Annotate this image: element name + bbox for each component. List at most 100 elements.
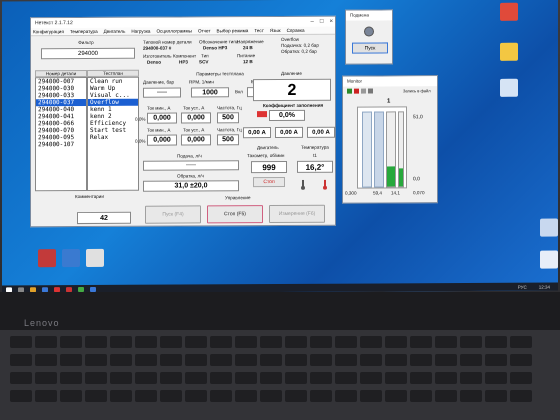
minimize-icon[interactable]: – (311, 17, 314, 27)
filter-input[interactable]: 294000 (41, 47, 135, 60)
start-button[interactable]: Пуск (F4) (145, 205, 201, 224)
keyboard-key (410, 354, 432, 366)
engine-stop-button[interactable]: Стоп (253, 176, 285, 188)
pause-icon[interactable] (361, 88, 366, 94)
menu-item[interactable]: Справка (287, 27, 305, 34)
pressure-param-value: ----- (143, 87, 181, 98)
gauge-bottom-2: 59,4 (373, 190, 382, 196)
comment-label: Комментарии (75, 193, 104, 200)
menu-item[interactable]: Тест (254, 27, 264, 34)
menu-item[interactable]: Конфигурация (33, 28, 64, 35)
keyboard-key (335, 336, 357, 348)
keyboard-key (110, 390, 132, 402)
keyboard-key (185, 390, 207, 402)
recycle-bin-icon[interactable] (532, 218, 558, 239)
measure-button[interactable]: Измерение (F6) (269, 204, 325, 224)
menu-item[interactable]: Осциллограммы (156, 27, 191, 34)
keyboard-key (385, 336, 407, 348)
small-start-button[interactable]: Пуск (352, 42, 388, 54)
taskbar-lang[interactable]: РУС (518, 284, 527, 289)
small-panel-title: Подмена (346, 10, 392, 21)
flow-label: Подача, л/ч (177, 153, 202, 159)
opera-icon[interactable] (66, 286, 72, 292)
type-number-label: Типовой номер детали (143, 39, 192, 45)
thermometer-icon (299, 177, 307, 190)
menu-item[interactable]: Температура (70, 28, 98, 35)
comment-value: 42 (77, 211, 131, 225)
frequency-label-2: Частота, Гц (217, 127, 242, 133)
keyboard-key (360, 354, 382, 366)
menu-item[interactable]: Двигатель (104, 28, 126, 35)
gauge-bar-2 (374, 111, 384, 188)
stop-icon[interactable] (354, 88, 359, 94)
keyboard-key (85, 372, 107, 384)
keyboard-key (285, 336, 307, 348)
keyboard-key (35, 336, 57, 348)
kind-label: Тип (201, 53, 209, 59)
gauge-bar-3 (386, 111, 396, 188)
keyboard-key (385, 372, 407, 384)
keyboard-key (235, 390, 257, 402)
part-list-item[interactable]: 294000-107 (36, 141, 86, 148)
keyboard-key (510, 336, 532, 348)
app-icon[interactable] (78, 286, 84, 292)
close-icon[interactable]: × (329, 17, 333, 27)
keyboard-key (335, 390, 357, 402)
maximize-icon[interactable]: □ (320, 17, 324, 27)
keyboard-key (135, 336, 157, 348)
params-title: Параметры тестплана (196, 71, 244, 77)
keyboard-key (60, 354, 82, 366)
keyboard-key (235, 354, 257, 366)
app-icon[interactable] (54, 286, 60, 292)
voltage-label: Напряжение (237, 39, 264, 45)
time-prefix: Вкл (235, 89, 243, 95)
settings-icon[interactable] (368, 88, 373, 94)
keyboard-key (485, 336, 507, 348)
keyboard-key (60, 336, 82, 348)
stop-button[interactable]: Стоп (F5) (207, 205, 263, 224)
app-icon[interactable] (42, 286, 48, 292)
keyboard-key (135, 372, 157, 384)
keyboard-key (485, 372, 507, 384)
keyboard-key (35, 372, 57, 384)
app-icon[interactable] (90, 286, 96, 292)
keyboard-key (85, 354, 107, 366)
rpm-param-value: 1000 (191, 87, 229, 98)
engine-label: Двигатель (257, 145, 279, 151)
laptop-bezel (0, 292, 560, 330)
keyboard-key (510, 354, 532, 366)
desktop-icon[interactable] (492, 42, 526, 63)
supply-label: Питание (237, 53, 256, 59)
taskbar-clock[interactable]: 12:34 (539, 284, 550, 289)
test-list-item[interactable]: Relax (88, 134, 138, 141)
keyboard-key (135, 390, 157, 402)
keyboard-key (360, 336, 382, 348)
brand-logo: Lenovo (24, 318, 60, 328)
gauge-bar-1 (362, 111, 372, 188)
rpm-param-label: RPM, 1/мин (189, 79, 214, 85)
keyboard-key (460, 390, 482, 402)
current-set-2: 0,000 (181, 134, 211, 146)
keyboard-key (410, 372, 432, 384)
keyboard-key (285, 372, 307, 384)
menu-item[interactable]: Отчет (198, 27, 211, 34)
keyboard-key (335, 372, 357, 384)
play-icon[interactable] (347, 88, 352, 94)
desktop-icon[interactable] (78, 248, 112, 269)
keyboard-key (10, 372, 32, 384)
desktop-icon[interactable] (492, 78, 526, 99)
keyboard-key (210, 354, 232, 366)
gauge-frame (357, 106, 407, 189)
gauge-bar-4 (398, 111, 404, 188)
menu-item[interactable]: Нагрузка (131, 28, 150, 35)
keyboard-key (260, 390, 282, 402)
desktop-icon[interactable] (492, 2, 526, 23)
monitor-window: Monitor Запись в файл 1 51,0 0,0 0,300 5… (342, 75, 438, 204)
menu-item[interactable]: Выбор режима (217, 27, 249, 34)
menu-item[interactable]: Язык (270, 27, 281, 34)
desktop-icon[interactable] (532, 250, 558, 271)
keyboard-key (460, 336, 482, 348)
save-to-file-label[interactable]: Запись в файл (403, 88, 431, 93)
flow-value: ----- (143, 160, 239, 171)
voltage-value: 24 В (243, 45, 253, 51)
